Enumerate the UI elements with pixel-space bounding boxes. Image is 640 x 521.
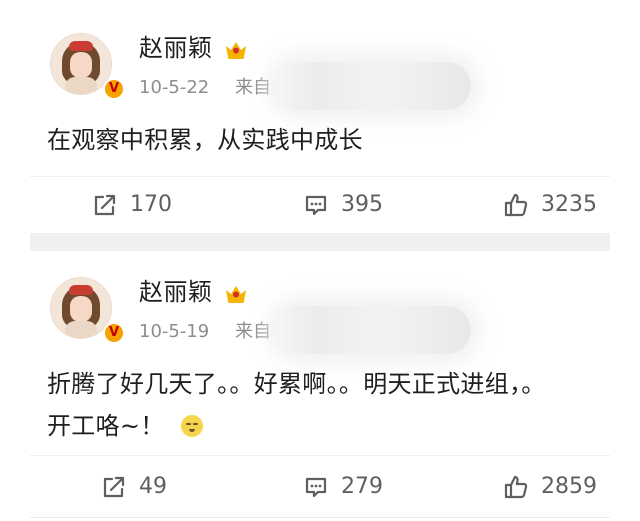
- comment-icon: [305, 477, 327, 498]
- post-text: 在观察中积累，从实践中成长: [47, 126, 363, 154]
- avatar-robe-icon: [65, 77, 97, 94]
- repost-icon: [103, 476, 125, 498]
- crown-icon: [226, 42, 246, 59]
- post-1-actions-divider: [30, 176, 610, 177]
- blurred-source-mask: [276, 306, 471, 354]
- repost-button[interactable]: 170: [92, 189, 172, 221]
- feed-gap: [30, 233, 610, 251]
- post-2-actions-divider: [30, 455, 610, 456]
- comment-button[interactable]: 279: [303, 471, 383, 503]
- like-icon: [504, 475, 528, 499]
- repost-count: 49: [139, 474, 167, 499]
- post-date: 10-5-19: [139, 321, 210, 342]
- comment-count: 279: [341, 474, 383, 499]
- vip-badge-icon: V: [103, 322, 125, 344]
- like-button[interactable]: 2859: [503, 471, 597, 503]
- sweat-emoji-icon: [180, 415, 203, 437]
- repost-icon: [94, 194, 116, 216]
- like-count: 3235: [541, 192, 597, 217]
- avatar-face-icon: [70, 52, 92, 78]
- avatar-headpiece-icon: [69, 285, 93, 295]
- repost-button[interactable]: 49: [101, 471, 167, 503]
- emoji-mouth: [188, 429, 195, 432]
- vip-badge-icon: V: [103, 78, 125, 100]
- like-icon: [504, 193, 528, 217]
- comment-button[interactable]: 395: [303, 189, 383, 221]
- post-source-prefix: 来自: [235, 77, 271, 98]
- repost-count: 170: [130, 192, 172, 217]
- bottom-divider: [30, 517, 610, 518]
- comment-icon: [305, 195, 327, 216]
- like-button[interactable]: 3235: [503, 189, 597, 221]
- blurred-source-mask: [276, 62, 471, 110]
- like-count: 2859: [541, 474, 597, 499]
- post-source-prefix: 来自: [235, 321, 271, 342]
- post-text-line-1: 折腾了好几天了。。好累啊。。明天正式进组，。: [47, 370, 546, 398]
- post-text-line-2-content: 开工咯~！: [47, 412, 165, 440]
- post-text-line-2: 开工咯~！: [47, 405, 617, 447]
- post-text: 折腾了好几天了。。好累啊。。明天正式进组，。 开工咯~！: [47, 363, 617, 447]
- avatar-headpiece-icon: [69, 41, 93, 51]
- weibo-feed: V 赵丽颖 10-5-22 来自 在观察中积累，从实践中成长 170 395 3…: [0, 0, 640, 521]
- avatar-robe-icon: [65, 321, 97, 338]
- avatar-face-icon: [70, 296, 92, 322]
- post-date: 10-5-22: [139, 77, 210, 98]
- post-username[interactable]: 赵丽颖: [139, 278, 213, 306]
- comment-count: 395: [341, 192, 383, 217]
- post-username[interactable]: 赵丽颖: [139, 34, 213, 62]
- crown-icon: [226, 286, 246, 303]
